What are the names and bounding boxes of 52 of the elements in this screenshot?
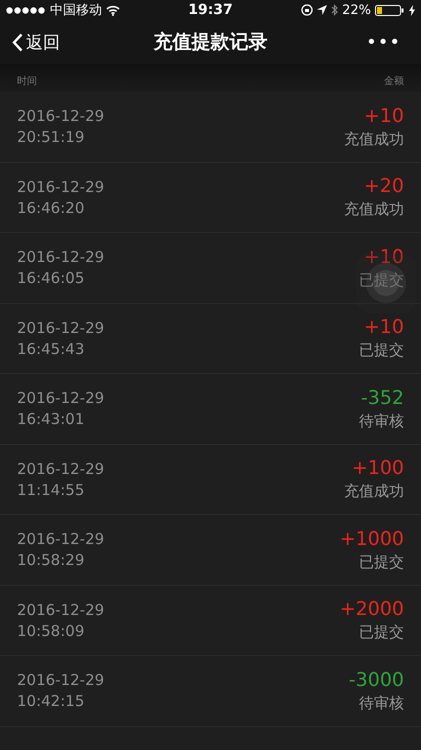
record-date: 2016-12-29 <box>17 107 104 126</box>
back-button[interactable]: 返回 <box>0 30 68 54</box>
record-time: 20:51:19 <box>17 128 86 146</box>
record-amount: -352 <box>360 386 404 409</box>
record-date: 2016-12-29 <box>17 248 104 266</box>
record-date: 2016-12-29 <box>17 389 104 408</box>
record-status: 待审核 <box>359 412 404 431</box>
record-amount: +2000 <box>340 598 404 620</box>
lock-rotation-icon <box>301 4 314 16</box>
record-time: 16:46:20 <box>17 198 86 217</box>
battery-percent: 22% <box>342 2 372 18</box>
record-status: 已提交 <box>359 552 404 572</box>
record-status: 已提交 <box>359 623 404 642</box>
record-amount: -3000 <box>348 668 404 691</box>
column-header: 金额 <box>384 74 404 88</box>
location-arrow-icon <box>317 5 328 15</box>
record-date: 2016-12-29 <box>17 460 104 478</box>
record-time: 16:46:05 <box>17 269 86 288</box>
record-amount: +1000 <box>340 528 404 550</box>
record-date: 2016-12-29 <box>17 600 104 619</box>
record-time: 16:43:01 <box>17 410 86 428</box>
record-time: 10:58:29 <box>17 551 86 570</box>
record-status: 已提交 <box>359 270 404 290</box>
record-date: 2016-12-29 <box>17 178 104 196</box>
record-date: 2016-12-29 <box>17 671 104 690</box>
record-status: 充值成功 <box>344 130 404 149</box>
page-title: 充值提款记录 <box>154 30 268 55</box>
wifi-icon <box>106 4 120 16</box>
bluetooth-icon <box>331 4 338 16</box>
record-time: 11:14:55 <box>17 480 86 499</box>
back-chevron-icon <box>12 32 23 52</box>
record-time: 16:45:43 <box>17 340 86 358</box>
record-date: 2016-12-29 <box>17 318 104 337</box>
record-status: 已提交 <box>359 341 404 360</box>
record-status: 充值成功 <box>344 200 404 220</box>
record-date: 2016-12-29 <box>17 530 104 548</box>
record-amount: +10 <box>364 316 404 338</box>
record-time: 10:42:15 <box>17 692 86 710</box>
more-button[interactable]: ••• <box>360 30 407 54</box>
battery-icon <box>375 4 406 16</box>
record-amount: +100 <box>352 457 404 480</box>
record-time: 10:58:09 <box>17 622 86 640</box>
record-amount: +10 <box>364 104 404 127</box>
carrier-name: 中国移动 <box>50 2 102 19</box>
clock-time: 19:37 <box>188 2 233 18</box>
record-amount: +20 <box>364 175 404 198</box>
charging-icon <box>409 4 416 16</box>
record-amount: +10 <box>364 246 404 268</box>
signal-icon <box>6 6 46 14</box>
record-status: 待审核 <box>359 694 404 713</box>
column-header: 时间 <box>17 74 37 88</box>
record-status: 充值成功 <box>344 482 404 502</box>
